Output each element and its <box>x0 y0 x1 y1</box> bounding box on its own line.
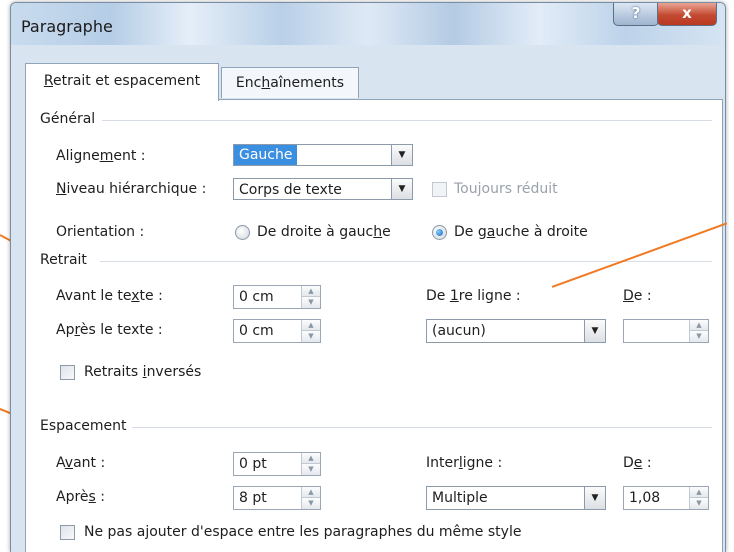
line-spacing-dropdown[interactable]: Multiple ▼ <box>426 486 606 510</box>
accelerator-key: h <box>261 75 271 91</box>
ltr-label: De gauche à droite <box>454 224 588 240</box>
title-bar: Paragraphe ? x <box>11 3 725 45</box>
outline-level-label: Niveau hiérarchique : <box>56 181 207 197</box>
outline-level-dropdown[interactable]: Corps de texte ▼ <box>233 178 413 200</box>
chevron-down-icon[interactable]: ▼ <box>584 487 605 509</box>
rtl-radio[interactable] <box>235 225 250 240</box>
no-space-checkbox[interactable] <box>60 525 75 540</box>
indent-by-spinner[interactable]: ▲ ▼ <box>623 319 709 343</box>
section-divider <box>102 120 712 121</box>
section-general-heading: Général <box>40 111 96 127</box>
indent-by-label: De : <box>623 288 652 304</box>
collapsed-checkbox[interactable] <box>432 182 447 197</box>
chevron-down-icon[interactable]: ▼ <box>391 145 412 165</box>
collapsed-label: Toujours réduit <box>454 181 558 197</box>
spin-down-icon[interactable]: ▼ <box>302 498 320 509</box>
spin-up-icon[interactable]: ▲ <box>302 487 320 498</box>
section-indent-heading: Retrait <box>40 252 87 268</box>
section-spacing-heading: Espacement <box>40 418 127 434</box>
help-button[interactable]: ? <box>613 3 659 26</box>
indent-after-label: Après le texte : <box>56 322 163 338</box>
spin-up-icon[interactable]: ▲ <box>302 286 320 297</box>
chevron-down-icon[interactable]: ▼ <box>391 179 412 199</box>
tab-panel: Général Alignement : Gauche ▼ Niveau hié… <box>25 99 723 552</box>
spacing-before-spinner[interactable]: 0 pt ▲ ▼ <box>233 452 321 476</box>
spacing-after-label: Après : <box>56 489 105 505</box>
spin-down-icon[interactable]: ▼ <box>690 331 708 342</box>
spacing-before-label: Avant : <box>56 455 106 471</box>
spin-up-icon[interactable]: ▲ <box>690 320 708 331</box>
window-title: Paragraphe <box>21 17 113 36</box>
tab-line-page-breaks[interactable]: Enchaînements <box>221 67 359 98</box>
spin-down-icon[interactable]: ▼ <box>302 297 320 308</box>
line-spacing-label: Interligne : <box>426 455 503 471</box>
spin-down-icon[interactable]: ▼ <box>302 331 320 342</box>
indent-after-spinner[interactable]: 0 cm ▲ ▼ <box>233 319 321 343</box>
alignment-dropdown[interactable]: Gauche ▼ <box>233 144 413 166</box>
first-line-dropdown[interactable]: (aucun) ▼ <box>426 319 606 343</box>
alignment-label: Alignement : <box>56 148 146 164</box>
section-divider <box>132 427 712 428</box>
line-at-spinner[interactable]: 1,08 ▲ ▼ <box>623 486 709 510</box>
close-button[interactable]: x <box>657 3 717 26</box>
paragraph-dialog: Paragraphe ? x Retrait et espacement Enc… <box>10 2 726 552</box>
ltr-radio[interactable] <box>432 225 447 240</box>
accelerator-key: R <box>43 73 53 89</box>
mirror-indents-label: Retraits inversés <box>84 364 202 380</box>
no-space-label: Ne pas ajouter d'espace entre les paragr… <box>84 524 522 540</box>
line-at-label: De : <box>623 455 652 471</box>
spin-up-icon[interactable]: ▲ <box>302 453 320 464</box>
spin-down-icon[interactable]: ▼ <box>690 498 708 509</box>
spacing-after-spinner[interactable]: 8 pt ▲ ▼ <box>233 486 321 510</box>
spin-down-icon[interactable]: ▼ <box>302 464 320 475</box>
chevron-down-icon[interactable]: ▼ <box>584 320 605 342</box>
spin-up-icon[interactable]: ▲ <box>302 320 320 331</box>
spin-up-icon[interactable]: ▲ <box>690 487 708 498</box>
rtl-label: De droite à gauche <box>257 224 391 240</box>
indent-before-label: Avant le texte : <box>56 288 163 304</box>
indent-before-spinner[interactable]: 0 cm ▲ ▼ <box>233 285 321 309</box>
mirror-indents-checkbox[interactable] <box>60 365 75 380</box>
tab-indent-spacing[interactable]: Retrait et espacement <box>25 63 219 101</box>
first-line-label: De 1re ligne : <box>426 288 521 304</box>
orientation-label: Orientation : <box>56 224 145 240</box>
